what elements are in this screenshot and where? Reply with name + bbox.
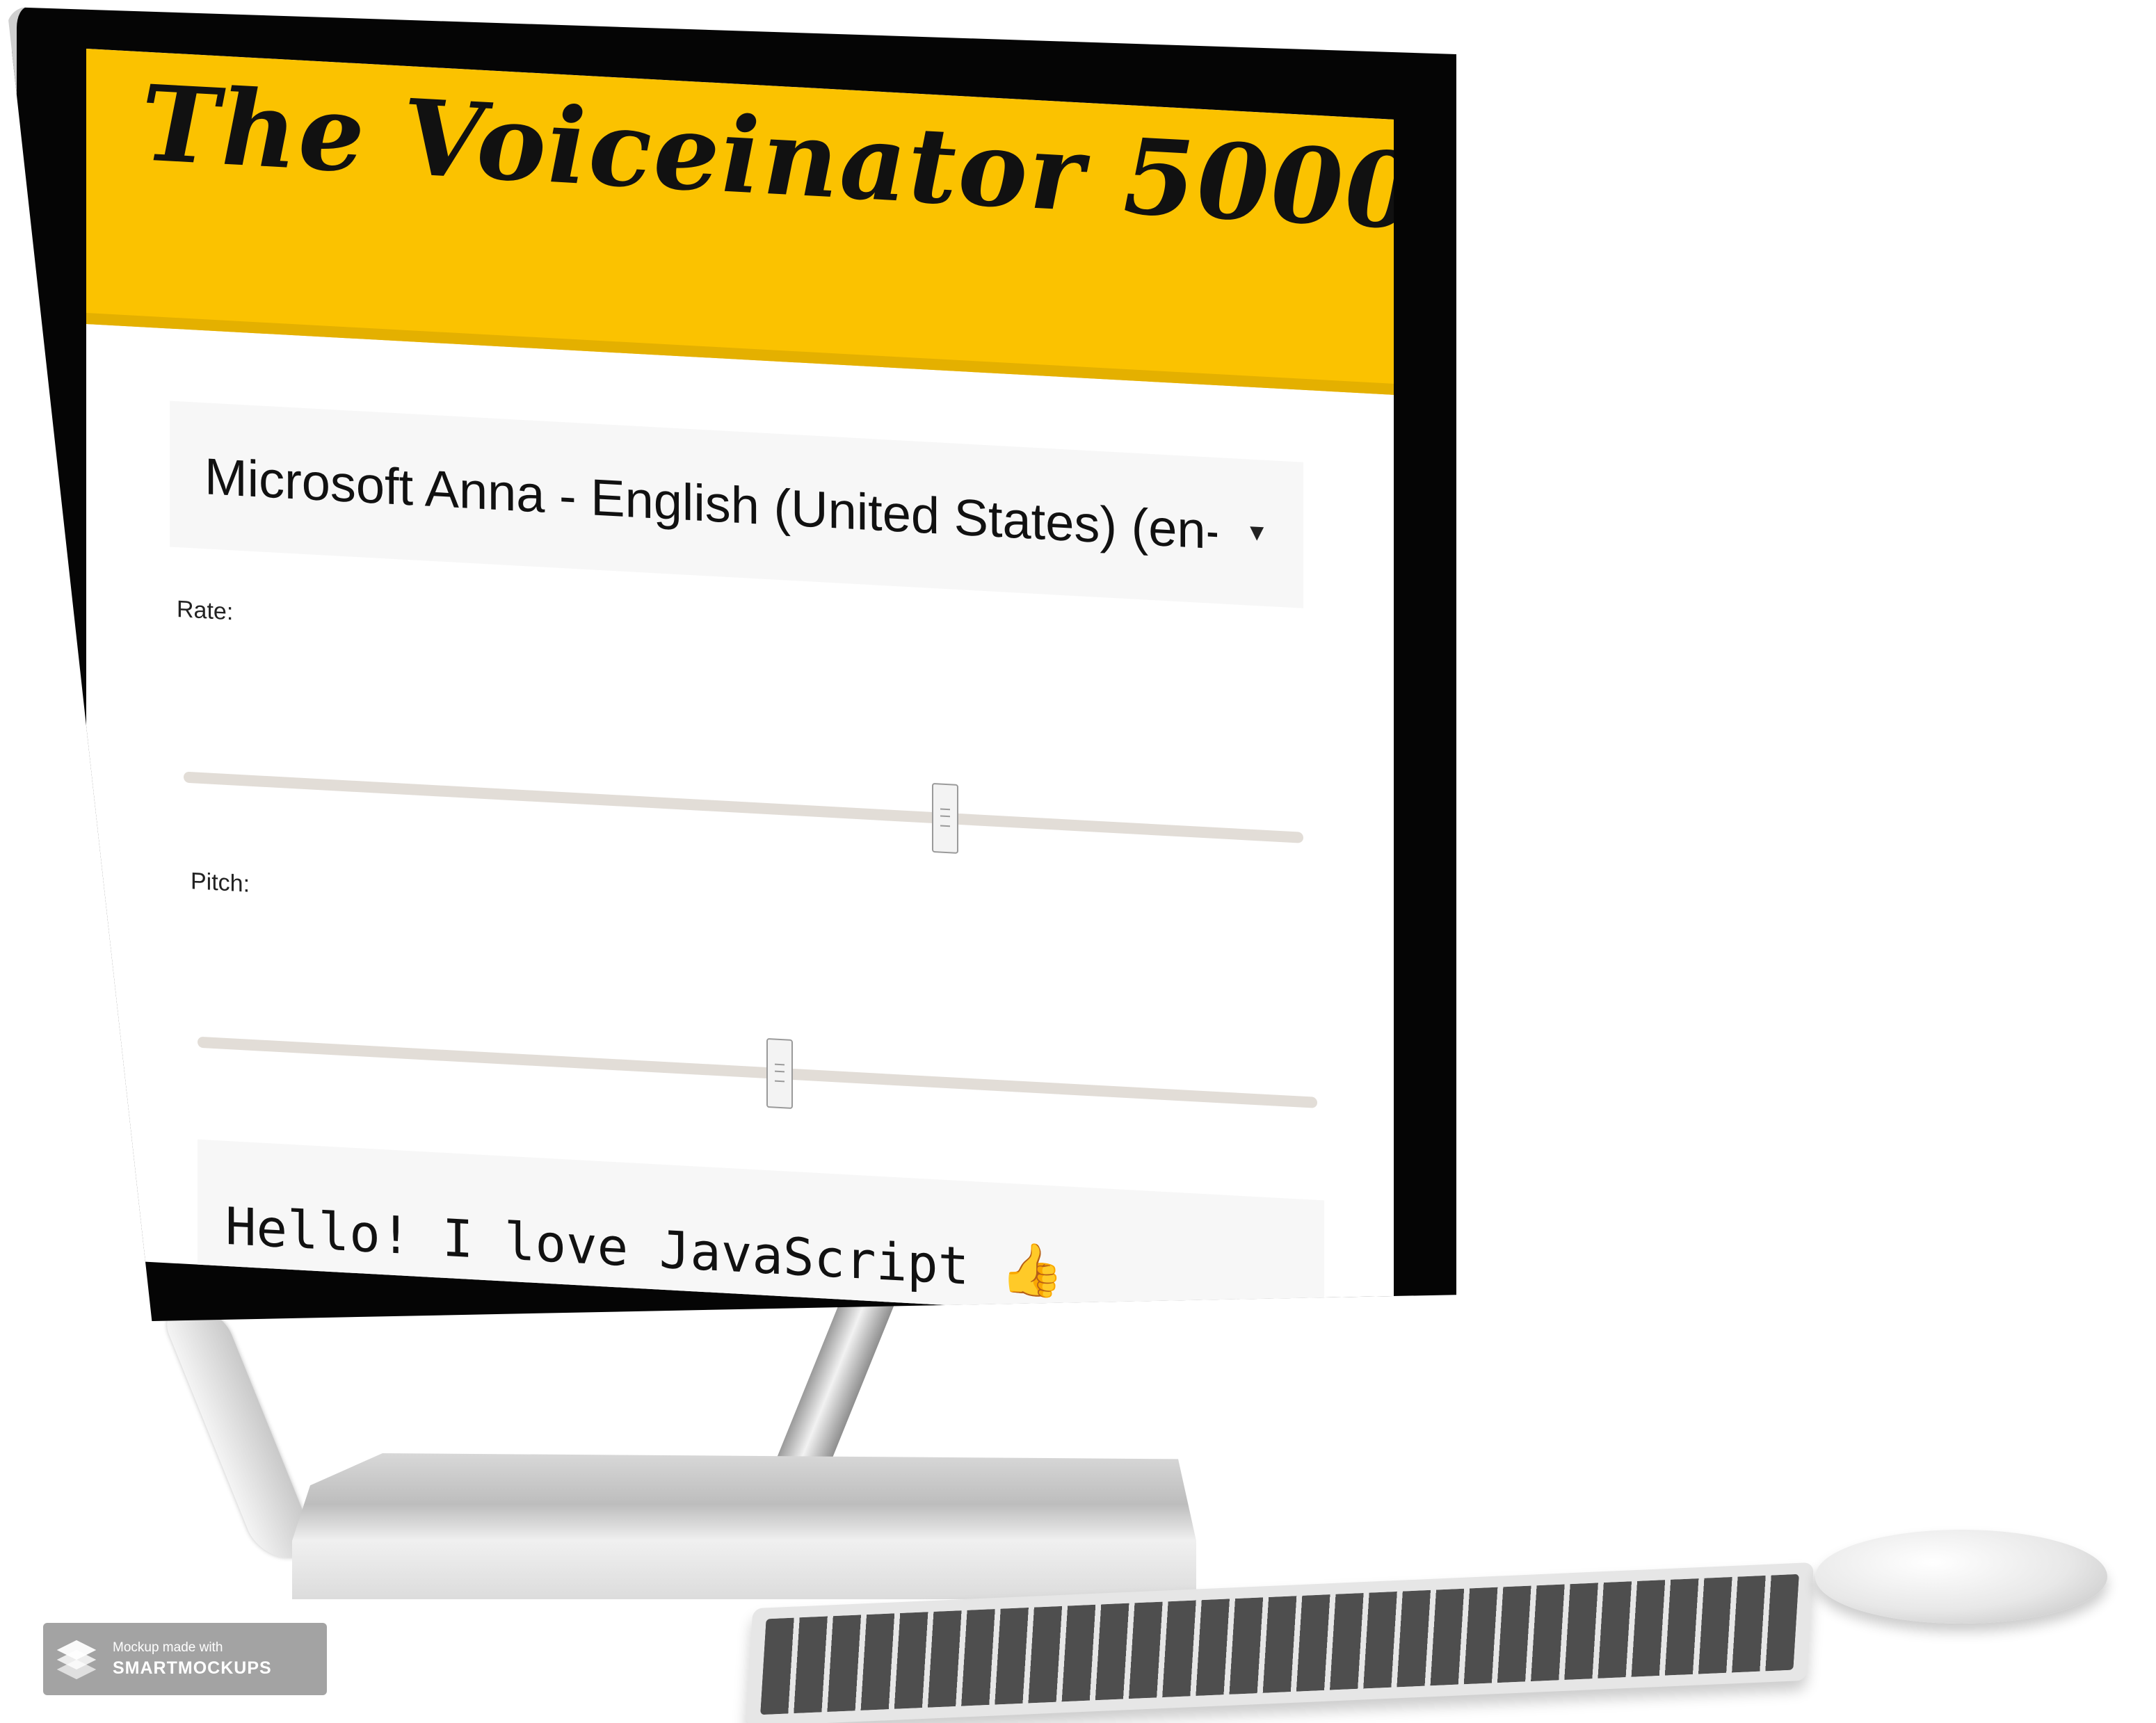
message-textarea[interactable]: Hello! I love JavaScript 👍 [198, 1139, 1324, 1321]
monitor-frame: The Voiceinator 5000 Microsoft Anna - En… [7, 7, 1456, 1321]
computer-base [292, 1453, 1196, 1599]
voice-select[interactable]: Microsoft Anna - English (United States)… [170, 401, 1303, 608]
smartmockups-watermark: Mockup made with SMARTMOCKUPS [43, 1623, 327, 1695]
app-title: The Voiceinator 5000 [142, 62, 1394, 254]
monitor-stand-back [158, 1307, 322, 1558]
rate-slider[interactable] [184, 736, 1303, 880]
mouse [1815, 1530, 2107, 1624]
app-header: The Voiceinator 5000 [86, 49, 1394, 395]
screen: The Voiceinator 5000 Microsoft Anna - En… [86, 49, 1394, 1321]
watermark-line2: SMARTMOCKUPS [113, 1658, 272, 1678]
watermark-text: Mockup made with SMARTMOCKUPS [113, 1639, 272, 1679]
watermark-line1: Mockup made with [113, 1640, 223, 1655]
rate-slider-thumb[interactable] [931, 782, 958, 854]
pitch-label: Pitch: [191, 868, 250, 898]
rate-label: Rate: [177, 596, 234, 626]
pitch-slider[interactable] [198, 1001, 1317, 1144]
stack-layers-icon [56, 1640, 97, 1680]
voice-select-value: Microsoft Anna - English (United States)… [204, 446, 1218, 560]
message-text: Hello! I love JavaScript 👍 [225, 1196, 1064, 1302]
pitch-slider-track[interactable] [198, 1036, 1317, 1108]
chevron-down-icon: ▼ [1245, 518, 1269, 547]
rate-slider-track[interactable] [184, 771, 1303, 843]
pitch-slider-thumb[interactable] [766, 1037, 794, 1110]
